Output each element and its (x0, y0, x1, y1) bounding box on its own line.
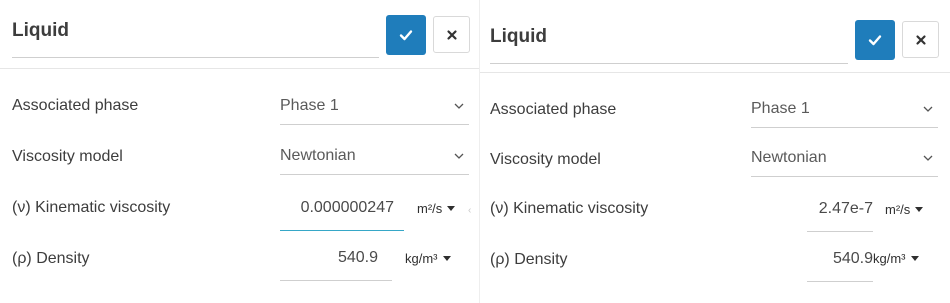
viscosity-model-select[interactable]: Newtonian (280, 147, 469, 175)
confirm-button[interactable] (386, 15, 426, 55)
caret-down-icon (915, 207, 924, 212)
density-input[interactable]: 540.9 (280, 249, 392, 281)
kinematic-viscosity-value: 0.000000247 (300, 199, 394, 216)
material-name-input[interactable]: Liquid (12, 20, 379, 58)
kinematic-viscosity-value: 2.47e-7 (818, 200, 873, 217)
chevron-down-icon (454, 103, 464, 109)
header-divider (0, 68, 479, 69)
chevron-down-icon (923, 155, 933, 161)
associated-phase-select[interactable]: Phase 1 (280, 97, 469, 125)
header-divider (480, 72, 950, 73)
density-value: 540.9 (337, 249, 378, 266)
associated-phase-label: Associated phase (12, 97, 139, 114)
material-name-text: Liquid (12, 20, 69, 41)
density-value: 540.9 (832, 250, 873, 267)
kinematic-viscosity-input[interactable]: 2.47e-7 (807, 200, 873, 232)
associated-phase-value: Phase 1 (280, 97, 339, 114)
caret-down-icon (910, 256, 919, 261)
confirm-button[interactable] (855, 20, 895, 60)
associated-phase-value: Phase 1 (751, 100, 810, 117)
overflow-arrow-icon: ‹ (468, 205, 472, 216)
material-name-input[interactable]: Liquid (490, 26, 848, 64)
density-unit-select[interactable]: kg/m³ (405, 251, 451, 266)
kinematic-viscosity-unit: m²/s (417, 201, 443, 216)
caret-down-icon (442, 256, 451, 261)
density-label: (ρ) Density (490, 251, 568, 268)
kinematic-viscosity-unit: m²/s (885, 202, 911, 217)
kinematic-viscosity-label: (ν) Kinematic viscosity (490, 200, 649, 217)
density-unit: kg/m³ (405, 251, 438, 266)
density-unit-select[interactable]: kg/m³ (873, 251, 919, 266)
density-label: (ρ) Density (12, 250, 90, 267)
kinematic-viscosity-unit-select[interactable]: m²/s (885, 202, 924, 217)
check-icon (399, 30, 413, 41)
liquid-editor-panel-right: Liquid Associated phase Phase 1 Viscosit… (479, 0, 950, 303)
viscosity-model-label: Viscosity model (12, 148, 123, 165)
density-input[interactable]: 540.9 (807, 250, 873, 282)
viscosity-model-select[interactable]: Newtonian (751, 149, 938, 177)
viscosity-model-value: Newtonian (280, 147, 356, 164)
kinematic-viscosity-unit-select[interactable]: m²/s (417, 201, 456, 216)
viscosity-model-label: Viscosity model (490, 151, 601, 168)
associated-phase-label: Associated phase (490, 101, 617, 118)
close-button[interactable] (433, 16, 470, 53)
associated-phase-select[interactable]: Phase 1 (751, 100, 938, 128)
caret-down-icon (447, 206, 456, 211)
kinematic-viscosity-label: (ν) Kinematic viscosity (12, 199, 171, 216)
close-icon (915, 34, 926, 45)
close-button[interactable] (902, 21, 939, 58)
app-root: Liquid Associated phase Phase 1 Viscosit… (0, 0, 950, 303)
viscosity-model-value: Newtonian (751, 149, 827, 166)
chevron-down-icon (923, 106, 933, 112)
chevron-down-icon (454, 153, 464, 159)
liquid-editor-panel-left: Liquid Associated phase Phase 1 Viscosit… (0, 0, 479, 303)
kinematic-viscosity-input[interactable]: 0.000000247 (280, 199, 404, 231)
material-name-text: Liquid (490, 26, 547, 47)
check-icon (868, 35, 882, 46)
close-icon (446, 29, 457, 40)
density-unit: kg/m³ (873, 251, 906, 266)
